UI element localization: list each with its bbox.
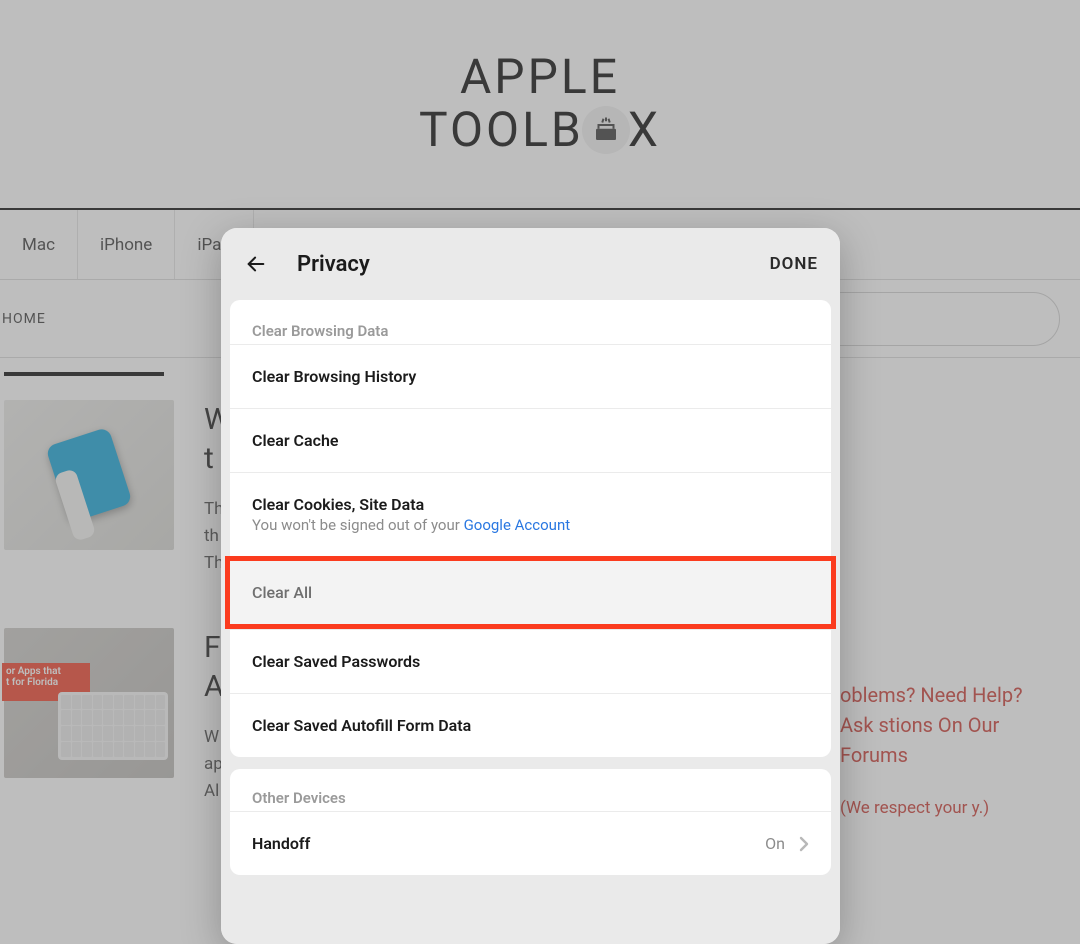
arrow-left-icon [245, 253, 267, 275]
row-label: Clear Saved Passwords [252, 652, 420, 671]
chevron-right-icon [799, 836, 809, 852]
privacy-modal: Privacy DONE Clear Browsing Data Clear B… [221, 228, 840, 944]
clear-autofill-row[interactable]: Clear Saved Autofill Form Data [230, 693, 831, 757]
clear-all-row[interactable]: Clear All [230, 561, 831, 624]
back-button[interactable] [243, 251, 269, 277]
clear-data-section-label: Clear Browsing Data [230, 300, 831, 344]
clear-cache-row[interactable]: Clear Cache [230, 408, 831, 472]
other-devices-card: Other Devices Handoff On [230, 769, 831, 875]
row-label: Handoff [252, 834, 310, 853]
row-label: Clear Cookies, Site Data [252, 495, 424, 514]
clear-all-highlight: Clear All [225, 556, 836, 629]
clear-passwords-row[interactable]: Clear Saved Passwords [230, 629, 831, 693]
row-label: Clear Cache [252, 431, 339, 450]
clear-cookies-row[interactable]: Clear Cookies, Site Data You won't be si… [230, 472, 831, 556]
clear-data-card: Clear Browsing Data Clear Browsing Histo… [230, 300, 831, 757]
google-account-link[interactable]: Google Account [464, 516, 571, 534]
other-devices-section-label: Other Devices [230, 769, 831, 811]
row-label: Clear Browsing History [252, 367, 416, 386]
clear-history-row[interactable]: Clear Browsing History [230, 344, 831, 408]
done-button[interactable]: DONE [770, 254, 818, 274]
handoff-value: On [765, 834, 785, 853]
row-label: Clear All [252, 583, 312, 602]
row-label: Clear Saved Autofill Form Data [252, 716, 471, 735]
modal-header: Privacy DONE [221, 228, 840, 300]
handoff-row[interactable]: Handoff On [230, 811, 831, 875]
row-sublabel: You won't be signed out of your Google A… [252, 516, 809, 534]
modal-title: Privacy [297, 252, 370, 277]
